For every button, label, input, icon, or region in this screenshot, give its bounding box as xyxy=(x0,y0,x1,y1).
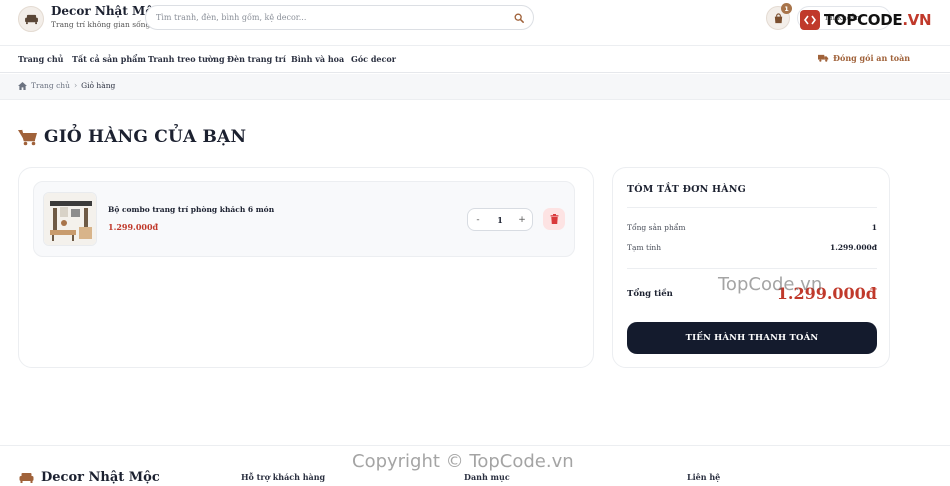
footer-brand: Decor Nhật Mộc xyxy=(18,470,160,485)
breadcrumb-current: Giỏ hàng xyxy=(81,81,116,90)
breadcrumb: Trang chủ › Giỏ hàng xyxy=(18,81,115,90)
watermark-copyright: Copyright © TopCode.vn xyxy=(352,451,574,472)
trash-icon xyxy=(550,214,558,224)
watermark-logo-text: TOPCODE.VN xyxy=(824,11,932,29)
page-title-row: GIỎ HÀNG CỦA BẠN xyxy=(18,127,246,147)
watermark-logo-main: TOPCODE xyxy=(824,11,903,29)
search-icon xyxy=(514,13,524,23)
nav-item-lamps[interactable]: Đèn trang trí xyxy=(227,54,286,64)
cart-panel: Bộ combo trang trí phòng khách 6 món 1.2… xyxy=(18,167,594,368)
home-icon xyxy=(18,81,27,90)
footer-brand-name: Decor Nhật Mộc xyxy=(41,470,160,485)
shopping-bag-icon xyxy=(774,12,782,23)
brand-tagline: Trang trí không gian sống xyxy=(51,20,151,29)
shopping-cart-icon xyxy=(18,129,37,145)
nav-item-home[interactable]: Trang chủ xyxy=(18,54,63,64)
remove-item-button[interactable] xyxy=(543,208,565,230)
nav-item-wall-art[interactable]: Tranh treo tường xyxy=(148,54,225,64)
footer-heading-categories: Danh mục xyxy=(464,472,510,482)
truck-icon xyxy=(818,54,829,62)
product-count-label: Tổng sản phẩm xyxy=(627,223,686,232)
product-price: 1.299.000đ xyxy=(108,222,159,232)
quantity-stepper: - + xyxy=(467,208,533,231)
summary-divider xyxy=(627,207,877,208)
footer-heading-support: Hỗ trợ khách hàng xyxy=(241,472,326,482)
quantity-increase-button[interactable]: + xyxy=(515,213,529,227)
total-label: Tổng tiền xyxy=(627,288,673,299)
summary-row-subtotal: Tạm tính 1.299.000đ xyxy=(627,243,877,252)
summary-title: TÓM TẮT ĐƠN HÀNG xyxy=(627,184,746,195)
shipping-note-text: Đóng gói an toàn xyxy=(833,53,911,63)
sofa-icon xyxy=(19,472,34,483)
order-summary: TÓM TẮT ĐƠN HÀNG Tổng sản phẩm 1 Tạm tín… xyxy=(612,167,890,368)
subtotal-label: Tạm tính xyxy=(627,243,662,252)
main-nav: Trang chủ Tất cả sản phẩm Tranh treo tườ… xyxy=(0,45,950,73)
product-name[interactable]: Bộ combo trang trí phòng khách 6 món xyxy=(108,205,274,214)
breadcrumb-home-link[interactable]: Trang chủ xyxy=(31,81,70,90)
product-image xyxy=(44,193,96,245)
search-input[interactable] xyxy=(156,9,496,26)
cart-count-badge: 1 xyxy=(781,3,792,14)
chevron-right-icon: › xyxy=(73,81,78,90)
breadcrumb-bar: Trang chủ › Giỏ hàng xyxy=(0,74,950,100)
subtotal-value: 1.299.000đ xyxy=(830,243,877,252)
brand-logo[interactable] xyxy=(18,6,44,32)
quantity-input[interactable] xyxy=(486,213,514,227)
shipping-note: Đóng gói an toàn xyxy=(818,53,910,63)
sofa-icon xyxy=(24,14,38,24)
watermark-logo-suffix: .VN xyxy=(902,11,932,29)
search-bar xyxy=(145,5,534,30)
watermark-text: TopCode.vn xyxy=(718,274,823,295)
cart-item: Bộ combo trang trí phòng khách 6 món 1.2… xyxy=(33,181,575,257)
watermark-logo-icon xyxy=(800,10,820,30)
nav-item-all-products[interactable]: Tất cả sản phẩm xyxy=(72,54,146,64)
page-title: GIỎ HÀNG CỦA BẠN xyxy=(44,127,247,147)
watermark-logo: TOPCODE.VN xyxy=(800,10,932,30)
summary-row-product-count: Tổng sản phẩm 1 xyxy=(627,223,877,232)
nav-item-vases[interactable]: Bình và hoa xyxy=(291,54,344,64)
product-thumbnail[interactable] xyxy=(43,192,97,246)
checkout-button[interactable]: TIẾN HÀNH THANH TOÁN xyxy=(627,322,877,354)
search-button[interactable] xyxy=(511,10,527,26)
footer-heading-contact: Liên hệ xyxy=(687,472,721,482)
code-tag-icon xyxy=(804,15,816,25)
summary-divider xyxy=(627,268,877,269)
product-count-value: 1 xyxy=(871,223,877,232)
nav-item-decor-corner[interactable]: Góc decor xyxy=(351,54,396,64)
quantity-decrease-button[interactable]: - xyxy=(471,213,485,227)
